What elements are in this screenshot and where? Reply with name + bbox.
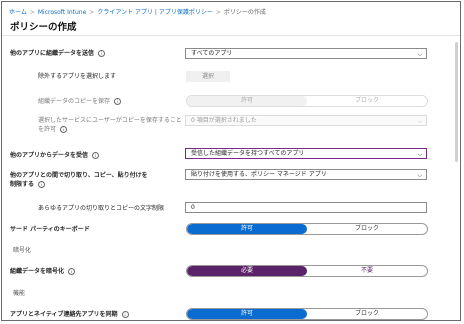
encrypt-required[interactable]: 必要: [187, 266, 307, 276]
info-icon[interactable]: i: [98, 50, 106, 57]
sync-contacts-allow[interactable]: 許可: [187, 309, 307, 319]
breadcrumb-current: ポリシーの作成: [223, 9, 266, 16]
allow-save-services-label: 選択したサービスにユーザーがコピーを保存すること を許可 i: [38, 117, 182, 133]
receive-data-label: 他のアプリからデータを受信 i: [10, 151, 100, 160]
encrypt-org-data-toggle[interactable]: 必要 不要: [186, 265, 428, 277]
encrypt-not-required[interactable]: 不要: [307, 266, 427, 276]
policy-blade: ホーム > Microsoft Intune > クライアント アプリ | アプリ保護ポ…: [1, 1, 461, 321]
encrypt-org-data-label: 組織データを暗号化 i: [10, 267, 76, 276]
exempt-apps-label: 除外するアプリを選択します: [38, 73, 117, 80]
third-party-keyboard-toggle[interactable]: 許可 ブロック: [186, 223, 428, 235]
info-icon[interactable]: i: [114, 98, 122, 105]
page-title: ポリシーの作成: [10, 22, 77, 33]
info-icon[interactable]: i: [38, 181, 46, 188]
info-icon[interactable]: i: [121, 311, 129, 318]
title-divider: [2, 35, 460, 36]
receive-data-dropdown[interactable]: 受信した組織データを持つすべてのアプリ ⌵: [185, 148, 427, 159]
chevron-down-icon: ⌵: [417, 118, 422, 125]
chevron-down-icon: ⌵: [417, 172, 422, 179]
encryption-section-heading: 暗号化: [13, 247, 32, 254]
info-icon[interactable]: i: [68, 268, 76, 275]
third-party-keyboard-label: サード パーティのキーボード: [10, 226, 90, 233]
scrollbar-thumb[interactable]: [455, 42, 458, 162]
save-copies-allow[interactable]: 許可: [187, 96, 307, 106]
select-exempt-apps-button[interactable]: 選択: [186, 71, 230, 82]
char-limit-input[interactable]: 0: [185, 202, 427, 213]
info-icon[interactable]: i: [92, 152, 100, 159]
chevron-down-icon: ⌵: [417, 51, 422, 58]
functionality-section-heading: 機能: [13, 290, 26, 297]
info-icon[interactable]: i: [60, 126, 68, 133]
breadcrumb-intune[interactable]: Microsoft Intune: [38, 9, 86, 16]
keyboard-block[interactable]: ブロック: [307, 224, 427, 234]
breadcrumb-client-apps[interactable]: クライアント アプリ | アプリ保護ポリシー: [97, 9, 213, 16]
breadcrumb: ホーム > Microsoft Intune > クライアント アプリ | アプリ保護ポ…: [9, 9, 266, 16]
cut-copy-paste-dropdown[interactable]: 貼り付けを使用する、ポリシー マネージド アプリ ⌵: [185, 169, 427, 180]
send-data-label: 他のアプリに組織データを送信 i: [10, 49, 106, 58]
sync-contacts-toggle[interactable]: 許可 ブロック: [186, 308, 428, 320]
save-copies-block[interactable]: ブロック: [307, 96, 427, 106]
char-limit-label: あらゆるアプリの切り取りとコピーの文字制限: [38, 205, 165, 212]
keyboard-allow[interactable]: 許可: [187, 224, 307, 234]
allow-save-services-dropdown[interactable]: 0 項目が選択されました ⌵: [185, 115, 427, 126]
cut-copy-paste-label: 他のアプリとの間で切り取り、コピー、貼り付けを 制限する i: [10, 172, 148, 188]
save-copies-label: 組織データのコピーを保存 i: [38, 97, 122, 106]
chevron-down-icon: ⌵: [417, 151, 422, 158]
sync-contacts-block[interactable]: ブロック: [307, 309, 427, 319]
breadcrumb-home[interactable]: ホーム: [9, 9, 27, 16]
sync-contacts-label: アプリとネイティブ連絡先アプリを同期 i: [10, 310, 129, 319]
save-copies-toggle[interactable]: 許可 ブロック: [186, 95, 428, 107]
send-data-dropdown[interactable]: すべてのアプリ ⌵: [185, 48, 427, 59]
